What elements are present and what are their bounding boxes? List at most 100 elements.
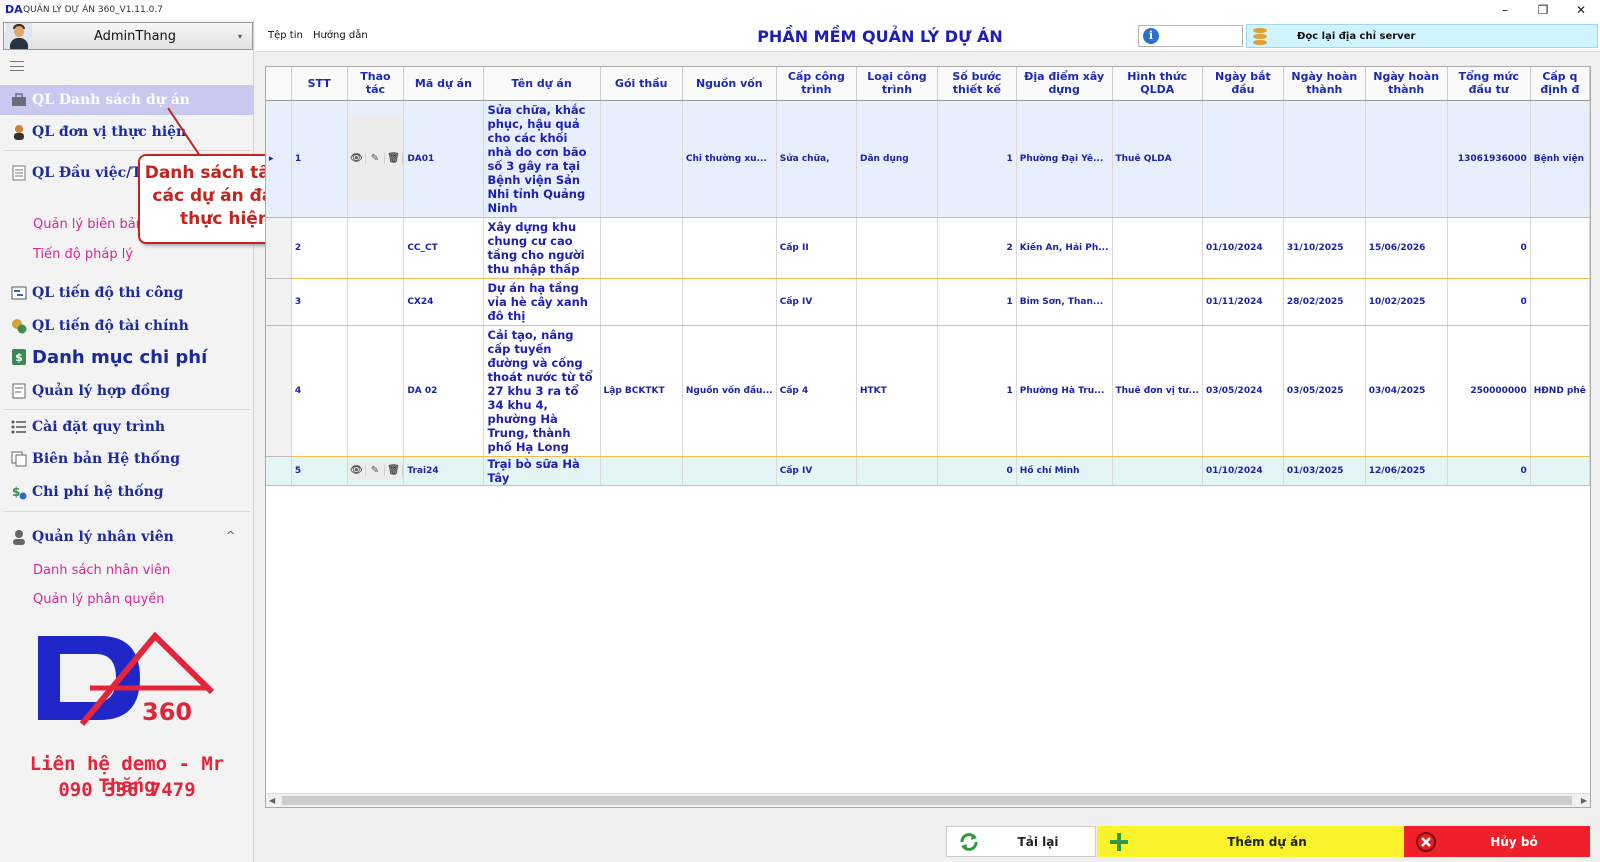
view-icon[interactable]: 👁 [348,153,367,164]
cell-design-steps: 0 [937,456,1017,486]
cell-design-steps: 2 [937,217,1017,279]
money-icon: $ [10,348,28,366]
sidebar-subitem-staff-list[interactable]: Danh sách nhân viên [33,563,170,578]
restore-button[interactable]: ❐ [1524,0,1562,20]
scroll-left-icon[interactable]: ◀ [269,794,275,807]
sidebar-item-system-costs[interactable]: $ Chi phí hệ thống [0,477,254,507]
cell-package [600,278,683,326]
column-header[interactable]: Ngày hoàn thành [1283,67,1366,101]
sidebar-item-label: QL tiến độ thi công [32,285,184,301]
info-button[interactable]: i [1138,25,1243,47]
table-row[interactable]: 4 DA 02 Cải tạo, nâng cấp tuyến đường và… [266,325,1590,457]
column-header[interactable]: Cấp công trình [776,67,857,101]
column-header[interactable]: STT [291,67,348,101]
row-selector[interactable] [266,325,292,457]
sidebar-item-staff[interactable]: Quản lý nhân viên [0,522,254,552]
cell-design-steps: 1 [937,100,1017,218]
contact-phone: 090 336 7479 [58,779,196,801]
column-header[interactable]: Tên dự án [483,67,601,101]
sidebar-item-label: Quản lý hợp đồng [32,383,171,399]
reload-server-button[interactable]: Đọc lại địa chỉ server [1246,24,1598,48]
row-selector[interactable] [266,217,292,279]
cell-funding [682,278,777,326]
sidebar-item-workflow-settings[interactable]: Cài đặt quy trình [0,412,254,442]
table-row[interactable]: 3 CX24 Dự án hạ tầng vỉa hè cây xanh đô … [266,278,1590,326]
sidebar-item-cost-catalog[interactable]: $ Danh mục chi phí [0,342,254,372]
sidebar-item-construction-progress[interactable]: QL tiến độ thi công [0,278,254,308]
edit-icon[interactable]: ✎ [366,153,385,164]
copy-icon [10,450,28,468]
delete-icon[interactable]: 🗑 [385,465,403,476]
cell-actions [347,278,405,326]
sidebar-item-system-minutes[interactable]: Biên bản Hệ thống [0,444,254,474]
sidebar-item-label: Danh mục chi phí [32,346,208,368]
coins-icon [10,317,28,335]
view-icon[interactable]: 👁 [348,465,367,476]
cell-package: Lập BCKTKT [600,325,683,457]
table-row[interactable]: 5 👁 ✎ 🗑 Trai24 Trại bò sữa Hà Tây Cấp IV 0… [266,456,1590,486]
menu-help[interactable]: Hướng dẫn [313,30,368,41]
column-header[interactable]: Tổng mức đầu tư [1447,67,1531,101]
briefcase-icon [10,91,28,109]
delete-icon[interactable]: 🗑 [385,153,403,164]
cell-stt: 3 [291,278,348,326]
sidebar-item-finance-progress[interactable]: QL tiến độ tài chính [0,311,254,341]
cell-decision-level [1530,217,1590,279]
sidebar-subitem-permissions[interactable]: Quản lý phân quyền [33,592,165,607]
app-logo-icon: DA [5,3,23,16]
column-header[interactable]: Thao tác [347,67,405,101]
chevron-up-icon[interactable]: ^ [226,529,235,542]
cell-end-date-2 [1365,100,1448,218]
column-header[interactable]: Nguồn vốn [682,67,777,101]
cell-end-date-2: 10/02/2025 [1365,278,1448,326]
close-button[interactable]: ✕ [1562,0,1600,20]
column-header[interactable]: Ngày bắt đầu [1202,67,1284,101]
minimize-button[interactable]: – [1486,0,1524,20]
cancel-button[interactable]: Hủy bỏ [1404,826,1590,857]
cell-grade: Sửa chữa, [776,100,857,218]
add-project-button[interactable]: Thêm dự án [1097,826,1403,857]
cell-name: Cải tạo, nâng cấp tuyến đường và cống th… [483,325,601,457]
cell-funding [682,456,777,486]
reload-label: Tải lại [1017,834,1059,849]
logo-text: 360 [142,698,192,726]
cell-funding [682,217,777,279]
sidebar-item-contracts[interactable]: Quản lý hợp đồng [0,376,254,406]
cell-package [600,100,683,218]
reload-button[interactable]: Tải lại [946,826,1096,857]
cell-total-investment: 0 [1447,278,1531,326]
column-header[interactable]: Hình thức QLDA [1112,67,1203,101]
user-dropdown[interactable]: AdminThang ▾ [3,22,253,50]
column-header[interactable]: Gói thầu [600,67,683,101]
reload-server-label: Đọc lại địa chỉ server [1297,31,1416,42]
edit-icon[interactable]: ✎ [366,465,385,476]
scroll-right-icon[interactable]: ▶ [1581,794,1587,807]
horizontal-scrollbar[interactable]: ◀ ▶ [266,793,1590,807]
column-header[interactable]: Loại công trình [856,67,938,101]
row-selector[interactable]: ▸ [266,100,292,218]
column-header[interactable]: Mã dự án [403,67,484,101]
column-header[interactable]: Số bước thiết kế [937,67,1017,101]
row-selector[interactable] [266,456,292,486]
hamburger-menu-icon[interactable] [10,61,24,71]
table-row[interactable]: 2 CC_CT Xây dựng khu chung cư cao tầng c… [266,217,1590,279]
chevron-down-icon: ▾ [238,31,243,41]
cell-funding: Nguồn vốn đầu... [682,325,777,457]
cell-code: Trai24 [403,456,484,486]
top-bar: Tệp tin Hướng dẫn PHẦN MỀM QUẢN LÝ DỰ ÁN… [255,20,1600,52]
menu-file[interactable]: Tệp tin [268,30,303,41]
table-row[interactable]: ▸ 1 👁 ✎ 🗑 DA01 Sửa chữa, khắc phục, hậu qu… [266,100,1590,218]
row-selector[interactable] [266,278,292,326]
scrollbar-thumb[interactable] [282,796,1572,805]
cell-end-date: 28/02/2025 [1283,278,1366,326]
column-header[interactable]: Cấp q định đ [1530,67,1590,101]
page-title: PHẦN MỀM QUẢN LÝ DỰ ÁN [757,27,1003,46]
sidebar-subitem-legal-progress[interactable]: Tiến độ pháp lý [33,247,133,262]
cell-actions: 👁 ✎ 🗑 [347,456,405,486]
column-header[interactable]: Ngày hoàn thành [1365,67,1448,101]
cell-package [600,217,683,279]
sidebar-subitem-minutes[interactable]: Quản lý biên bản [33,217,144,232]
cell-total-investment: 250000000 [1447,325,1531,457]
column-header[interactable]: Địa điểm xây dựng [1016,67,1113,101]
cell-start-date: 01/10/2024 [1202,456,1284,486]
